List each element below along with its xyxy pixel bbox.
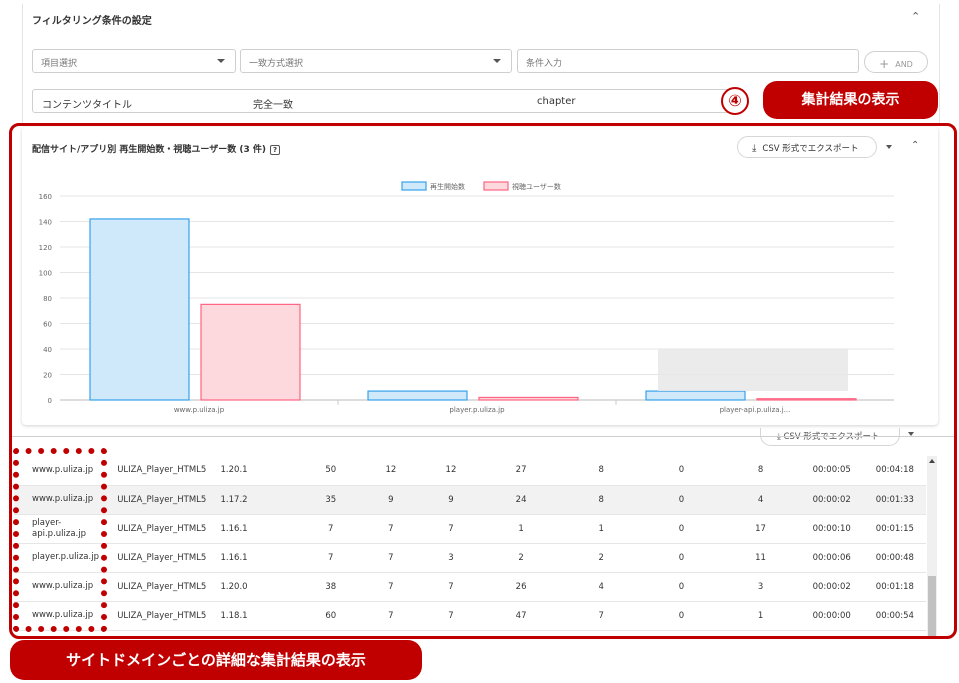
item-select[interactable]: 項目選択 <box>32 49 236 73</box>
filter-title: フィルタリング条件の設定 <box>32 16 152 27</box>
condition-match: 完全一致 <box>253 100 293 111</box>
item-select-placeholder: 項目選択 <box>41 59 78 69</box>
match-select[interactable]: 一致方式選択 <box>240 49 512 73</box>
filter-condition-row[interactable]: コンテンツタイトル 完全一致 chapter <box>32 89 732 113</box>
add-and-button[interactable]: + AND <box>864 51 928 73</box>
step-number-badge: ④ <box>721 87 749 115</box>
chevron-up-icon[interactable]: ⌃ <box>911 10 920 23</box>
detail-callout: サイトドメインごとの詳細な集計結果の表示 <box>10 640 422 680</box>
condition-input[interactable]: 条件入力 <box>517 49 859 73</box>
condition-field: コンテンツタイトル <box>42 100 132 111</box>
summary-highlight-frame <box>9 123 957 639</box>
condition-input-placeholder: 条件入力 <box>526 59 563 69</box>
dropdown-caret-icon <box>493 59 501 63</box>
summary-callout: 集計結果の表示 <box>763 81 938 119</box>
and-label: AND <box>895 60 913 69</box>
plus-icon: + <box>879 57 890 71</box>
match-select-placeholder: 一致方式選択 <box>249 59 304 69</box>
dropdown-caret-icon <box>217 59 225 63</box>
condition-value: chapter <box>537 96 576 107</box>
